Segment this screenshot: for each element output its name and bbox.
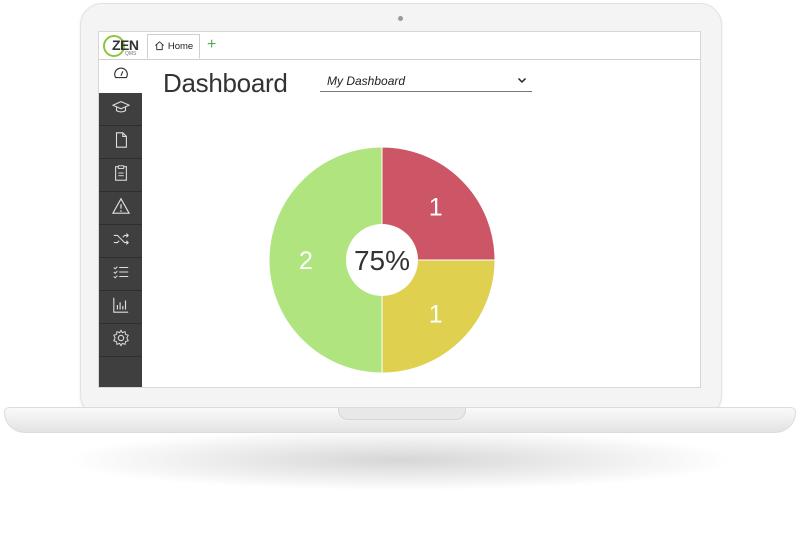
sidebar-item-dashboard[interactable]	[99, 60, 142, 93]
zen-logo[interactable]: ZEN QMS	[103, 35, 143, 57]
sidebar-item-changes[interactable]	[99, 225, 142, 258]
home-icon	[154, 40, 165, 54]
shuffle-icon	[112, 230, 130, 253]
tab-home-label: Home	[167, 41, 194, 52]
warning-icon	[111, 197, 130, 220]
tab-bar: ZEN QMS Home +	[99, 32, 700, 60]
laptop-notch	[338, 408, 466, 420]
speedometer-icon	[112, 65, 130, 88]
app-screen: ZEN QMS Home + Dashboard My Dashboard 1 …	[98, 31, 701, 388]
sidebar-item-documents[interactable]	[99, 126, 142, 159]
chart-center-label: 75%	[354, 245, 410, 276]
sidebar-item-training[interactable]	[99, 93, 142, 126]
camera-icon	[398, 16, 403, 21]
tab-home[interactable]: Home	[147, 34, 200, 59]
chevron-down-icon	[516, 73, 528, 91]
sidebar-item-risk[interactable]	[99, 192, 142, 225]
add-tab-button[interactable]: +	[207, 36, 216, 54]
settings-icon	[112, 328, 130, 352]
slice-label-yellow: 1	[429, 301, 443, 329]
sidebar-item-tasks[interactable]	[99, 258, 142, 291]
bar-chart-icon	[112, 296, 130, 319]
dashboard-select[interactable]: My Dashboard	[320, 72, 532, 92]
laptop-shadow	[70, 430, 730, 490]
sidebar-item-settings[interactable]	[99, 324, 142, 357]
clipboard-icon	[112, 164, 130, 187]
slice-label-red: 1	[429, 193, 443, 221]
sidebar-item-reports[interactable]	[99, 291, 142, 324]
donut-chart: 1 1 2 75%	[268, 146, 496, 374]
checklist-icon	[112, 263, 130, 286]
logo-subtext: QMS	[125, 51, 137, 57]
sidebar	[99, 60, 142, 387]
laptop-base	[4, 407, 796, 433]
sidebar-item-records[interactable]	[99, 159, 142, 192]
dashboard-select-value: My Dashboard	[327, 74, 406, 88]
graduation-cap-icon	[111, 98, 130, 121]
slice-label-green: 2	[299, 247, 313, 275]
page-title: Dashboard	[163, 68, 288, 98]
document-icon	[112, 131, 130, 154]
